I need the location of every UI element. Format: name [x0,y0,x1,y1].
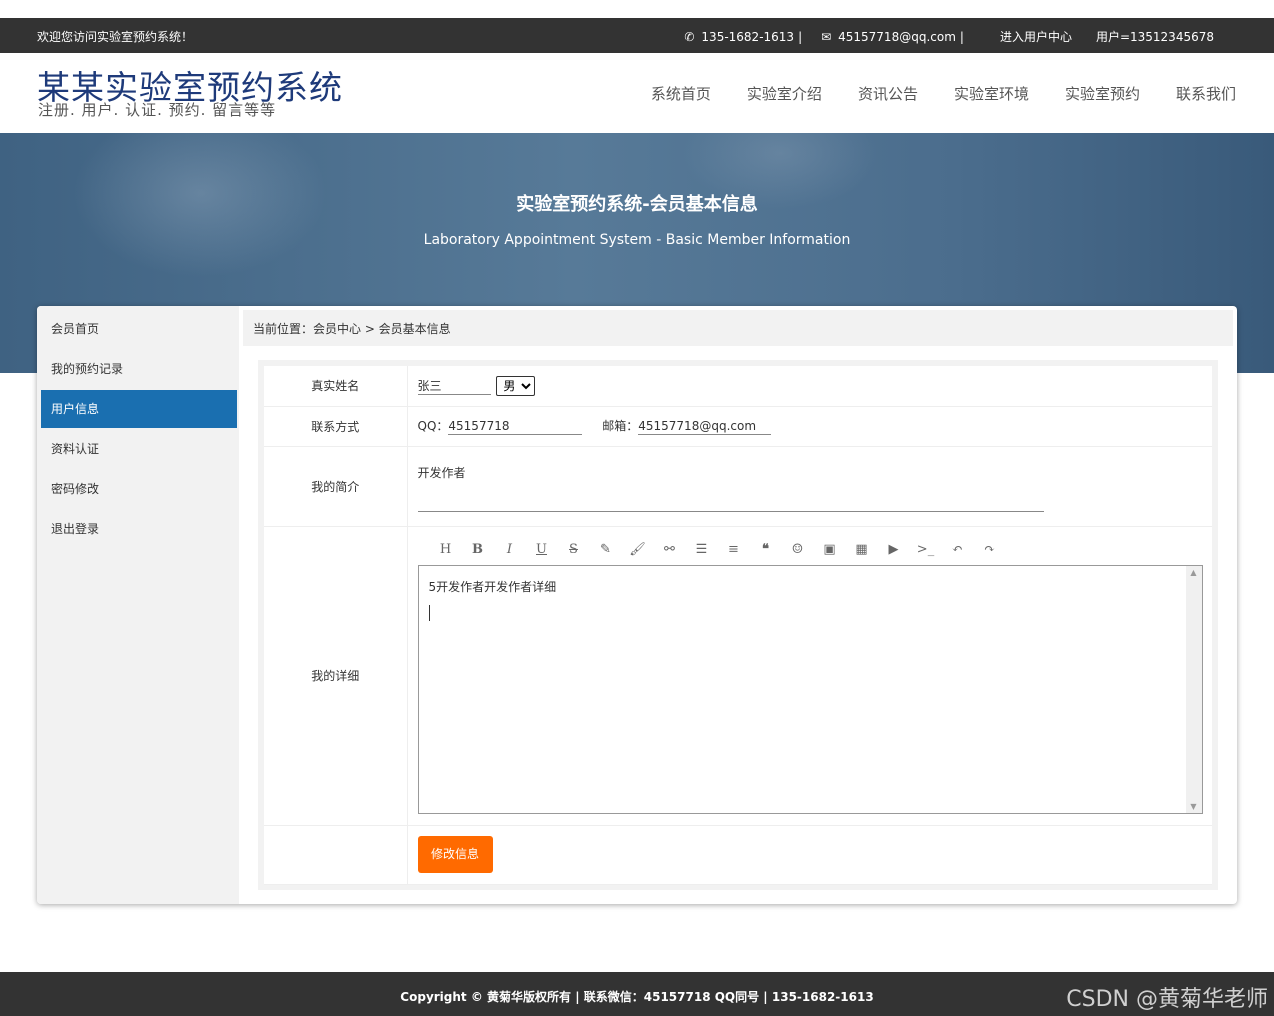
nav-lab-booking[interactable]: 实验室预约 [1065,83,1140,104]
scroll-up-icon[interactable]: ▲ [1186,568,1202,577]
top-bar-right: ✆ 135-1682-1613 | ✉ 45157718@qq.com | 进入… [677,28,1214,45]
sidebar-item-user-info[interactable]: 用户信息 [41,390,237,428]
member-panel: 会员首页 我的预约记录 用户信息 资料认证 密码修改 退出登录 当前位置：会员中… [37,306,1237,904]
heading-icon[interactable]: H [430,542,462,557]
email-label: 邮箱： [602,418,639,433]
nav-contact[interactable]: 联系我们 [1176,83,1236,104]
bold-icon[interactable]: B [462,542,494,557]
sidebar-item-booking-records[interactable]: 我的预约记录 [41,350,237,388]
nav-lab-environment[interactable]: 实验室环境 [954,83,1029,104]
mail-icon: ✉ [821,29,832,44]
table-icon[interactable]: ▦ [846,542,878,557]
user-account-link[interactable]: 用户=13512345678 [1096,28,1214,45]
form-row-intro: 我的简介 开发作者 [264,446,1212,527]
redo-icon[interactable]: ↷ [974,542,1006,557]
video-icon[interactable]: ▶ [878,542,910,557]
italic-icon[interactable]: I [494,542,526,557]
intro-textarea[interactable]: 开发作者 [417,463,1044,512]
editor-content[interactable]: 5开发作者开发作者详细 [429,578,557,595]
editor-toolbar: H B I U S ✎ 🖌 ⚯ ☰ ≡ ❝ ☺ ▣ ▦ ▶ >_ ↶ ↷ [418,535,1213,565]
main-content: 当前位置：会员中心 > 会员基本信息 真实姓名 男 联系方式 QQ： [243,310,1233,900]
sidebar-item-logout[interactable]: 退出登录 [41,510,237,548]
sidebar-item-change-password[interactable]: 密码修改 [41,470,237,508]
nav-news[interactable]: 资讯公告 [858,83,918,104]
form-row-name: 真实姓名 男 [264,366,1212,407]
sidebar-item-member-home[interactable]: 会员首页 [41,310,237,348]
detail-label: 我的详细 [264,526,408,826]
quote-icon[interactable]: ❝ [750,542,782,557]
user-center-link[interactable]: 进入用户中心 [1000,28,1072,45]
detail-editor[interactable]: 5开发作者开发作者详细 ▲ ▼ [417,564,1203,814]
form-row-contact: 联系方式 QQ： 邮箱： [264,406,1212,447]
strikethrough-icon[interactable]: S [558,542,590,557]
watermark: CSDN @黄菊华老师 [1066,987,1268,1012]
email-address: 45157718@qq.com [838,29,956,44]
scroll-down-icon[interactable]: ▼ [1186,802,1202,811]
text-caret [428,604,430,621]
link-icon[interactable]: ⚯ [654,542,686,557]
emoji-icon[interactable]: ☺ [782,542,814,557]
banner-subtitle: Laboratory Appointment System - Basic Me… [423,232,851,248]
email-input[interactable] [638,417,772,436]
contact-label: 联系方式 [264,406,408,447]
breadcrumb: 当前位置：会员中心 > 会员基本信息 [243,310,1233,346]
site-subtitle: 注册. 用户. 认证. 预约. 留言等等 [38,101,277,119]
undo-icon[interactable]: ↶ [942,542,974,557]
qq-label: QQ： [417,418,449,433]
brush-icon[interactable]: 🖌 [622,542,654,557]
update-info-button[interactable]: 修改信息 [417,836,493,873]
code-icon[interactable]: >_ [910,542,942,557]
highlight-icon[interactable]: ✎ [590,542,622,557]
bullet-list-icon[interactable]: ☰ [686,542,718,557]
real-name-input[interactable] [417,376,491,395]
separator: | [959,29,964,44]
image-icon[interactable]: ▣ [814,542,846,557]
phone-number: 135-1682-1613 [701,29,795,44]
nav-lab-intro[interactable]: 实验室介绍 [747,83,822,104]
form-row-submit: 修改信息 [264,825,1212,885]
banner-title: 实验室预约系统-会员基本信息 [516,194,758,215]
qq-input[interactable] [448,417,583,436]
align-icon[interactable]: ≡ [718,542,750,557]
editor-scrollbar[interactable]: ▲ ▼ [1185,565,1202,813]
top-bar: 欢迎您访问实验室预约系统！ ✆ 135-1682-1613 | ✉ 451577… [0,18,1274,53]
site-header: 某某实验室预约系统 注册. 用户. 认证. 预约. 留言等等 系统首页 实验室介… [0,53,1274,133]
gender-select[interactable]: 男 [496,375,536,396]
member-info-form: 真实姓名 男 联系方式 QQ： 邮箱： 我的简 [264,366,1212,885]
form-row-detail: 我的详细 H B I U S ✎ 🖌 ⚯ ☰ ≡ ❝ ☺ ▣ ▦ ▶ >_ ↶ … [264,526,1213,826]
member-form-container: 真实姓名 男 联系方式 QQ： 邮箱： 我的简 [258,360,1218,890]
main-nav: 系统首页 实验室介绍 资讯公告 实验室环境 实验室预约 联系我们 [651,83,1236,104]
nav-home[interactable]: 系统首页 [651,83,711,104]
phone-icon: ✆ [684,29,695,44]
intro-label: 我的简介 [264,446,408,527]
site-footer: Copyright © 黄菊华版权所有 | 联系微信：45157718 QQ同号… [0,972,1274,1016]
name-label: 真实姓名 [264,366,408,407]
underline-icon[interactable]: U [526,542,558,557]
separator: | [798,29,803,44]
member-sidebar: 会员首页 我的预约记录 用户信息 资料认证 密码修改 退出登录 [37,306,239,904]
welcome-text: 欢迎您访问实验室预约系统！ [37,30,194,44]
sidebar-item-verification[interactable]: 资料认证 [41,430,237,468]
